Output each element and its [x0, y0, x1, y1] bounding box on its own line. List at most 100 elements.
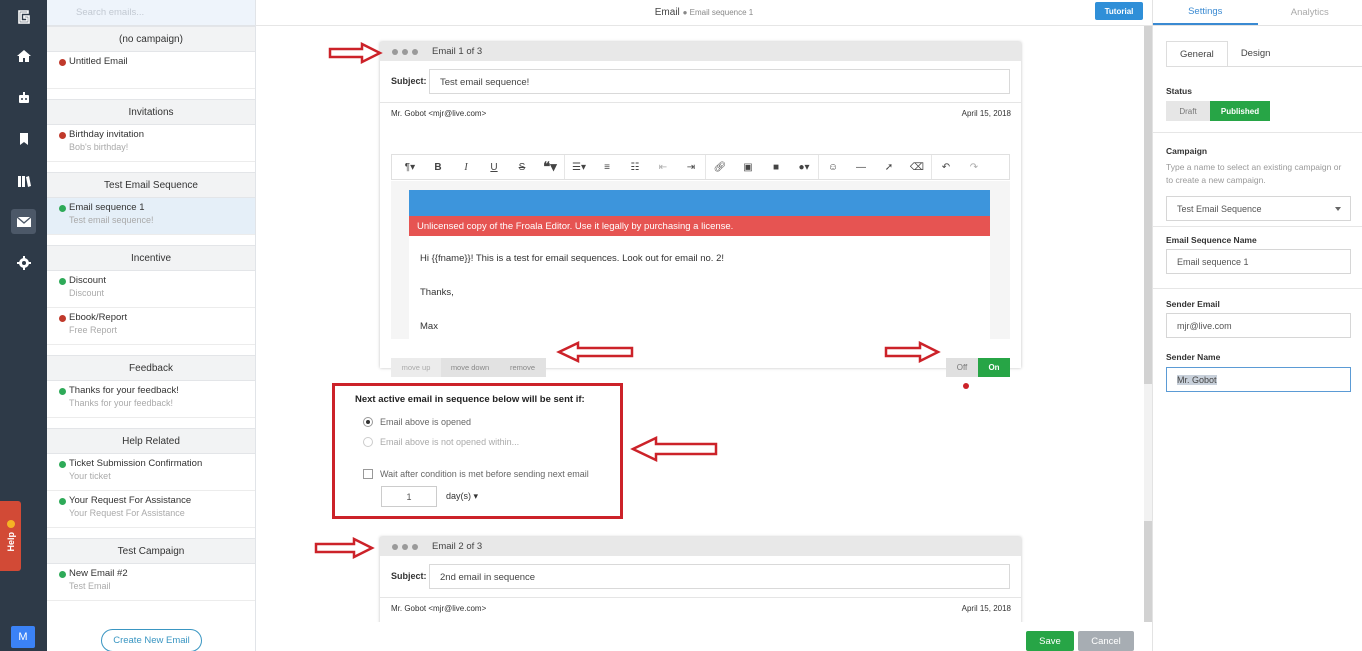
personalize-icon[interactable]: ●▾ — [790, 155, 818, 179]
email-item-subject: Bob's birthday! — [69, 142, 129, 152]
from-address: Mr. Gobot <mjr@live.com> — [391, 109, 487, 118]
status-dot-icon — [59, 461, 66, 468]
sequence-condition-box: Next active email in sequence below will… — [332, 383, 623, 519]
drag-handle-icon[interactable] — [392, 48, 418, 55]
tab-analytics[interactable]: Analytics — [1258, 0, 1362, 25]
paragraph-format-icon[interactable]: ¶▾ — [396, 155, 424, 179]
logo-icon[interactable] — [11, 4, 36, 29]
status-draft[interactable]: Draft — [1166, 101, 1210, 121]
link-icon[interactable]: 🔗︎ — [706, 155, 734, 179]
condition-opened-option[interactable]: Email above is opened — [355, 412, 620, 432]
sender-email-input[interactable]: mjr@live.com — [1166, 313, 1351, 338]
tab-settings[interactable]: Settings — [1153, 0, 1258, 25]
search-input[interactable]: Search emails... — [47, 0, 255, 26]
email-date: April 15, 2018 — [961, 604, 1011, 613]
email-list-item[interactable]: Email sequence 1 Test email sequence! — [47, 198, 255, 235]
email-card-header[interactable]: Email 2 of 3 — [380, 537, 1021, 556]
email-list-item[interactable]: Thanks for your feedback! Thanks for your… — [47, 381, 255, 418]
wait-days-row: 1 day(s) ▾ — [355, 486, 620, 508]
wait-checkbox[interactable] — [363, 469, 373, 479]
undo-icon[interactable]: ↶ — [932, 155, 960, 179]
save-button[interactable]: Save — [1026, 631, 1074, 651]
subject-input[interactable]: 2nd email in sequence — [429, 564, 1010, 589]
unordered-list-icon[interactable]: ☷ — [621, 155, 649, 179]
email-list-item[interactable]: Untitled Email — [47, 52, 255, 89]
on-off-toggle[interactable]: Off On — [946, 358, 1010, 377]
emoticon-icon[interactable]: ☺ — [819, 155, 847, 179]
editor-toolbar: ¶▾ B I U S ❝▾ ☰▾ ≡ ☷ ⇤ ⇥ 🔗︎ ▣ ■ ●▾ ☺ — ➚… — [391, 154, 1010, 180]
quote-icon[interactable]: ❝▾ — [536, 155, 564, 179]
library-icon[interactable] — [11, 168, 36, 193]
editor-scrollbar[interactable] — [1144, 26, 1152, 622]
campaign-group-header: Test Email Sequence — [47, 172, 255, 198]
underline-icon[interactable]: U — [480, 155, 508, 179]
create-new-email-button[interactable]: Create New Email — [101, 629, 202, 651]
select-all-icon[interactable]: ➚ — [875, 155, 903, 179]
outdent-icon[interactable]: ⇤ — [649, 155, 677, 179]
from-address: Mr. Gobot <mjr@live.com> — [391, 604, 487, 613]
move-down-button[interactable]: move down — [441, 358, 499, 377]
status-toggle[interactable]: Draft Published — [1166, 101, 1270, 121]
editor-bottom-bar: Save Cancel — [256, 622, 1152, 651]
status-published[interactable]: Published — [1210, 101, 1270, 121]
campaign-select[interactable]: Test Email Sequence — [1166, 196, 1351, 221]
toggle-off[interactable]: Off — [946, 358, 978, 377]
email-card-title: Email 1 of 3 — [432, 46, 483, 57]
cancel-button[interactable]: Cancel — [1078, 631, 1134, 651]
condition-not-opened-option[interactable]: Email above is not opened within... — [355, 432, 620, 452]
radio-opened[interactable] — [363, 417, 373, 427]
settings-gear-icon[interactable] — [11, 250, 36, 275]
subject-input[interactable]: Test email sequence! — [429, 69, 1010, 94]
email-list-item[interactable]: Birthday invitation Bob's birthday! — [47, 125, 255, 162]
redo-icon[interactable]: ↷ — [960, 155, 988, 179]
home-icon[interactable] — [11, 43, 36, 68]
book-icon[interactable] — [11, 126, 36, 151]
email-body[interactable]: Hi {{fname}}! This is a test for email s… — [409, 236, 990, 340]
clear-format-icon[interactable]: ⌫ — [903, 155, 931, 179]
subtab-design[interactable]: Design — [1228, 41, 1284, 66]
sequence-name-label: Email Sequence Name — [1166, 235, 1257, 245]
italic-icon[interactable]: I — [452, 155, 480, 179]
email-list-item[interactable]: Ebook/Report Free Report — [47, 308, 255, 345]
email-list-item[interactable]: Discount Discount — [47, 271, 255, 308]
email-list-item[interactable]: Your Request For Assistance Your Request … — [47, 491, 255, 528]
radio-not-opened[interactable] — [363, 437, 373, 447]
sequence-name-input[interactable]: Email sequence 1 — [1166, 249, 1351, 274]
user-avatar[interactable]: M — [11, 626, 35, 648]
email-item-subject: Free Report — [69, 325, 118, 335]
drag-handle-icon[interactable] — [392, 543, 418, 550]
sender-name-input[interactable]: Mr. Gobot — [1166, 367, 1351, 392]
wait-days-input[interactable]: 1 — [381, 486, 437, 507]
email-card-header[interactable]: Email 1 of 3 — [380, 42, 1021, 61]
ordered-list-icon[interactable]: ≡ — [593, 155, 621, 179]
email-icon[interactable] — [11, 209, 36, 234]
bold-icon[interactable]: B — [424, 155, 452, 179]
horizontal-line-icon[interactable]: — — [847, 155, 875, 179]
strikethrough-icon[interactable]: S — [508, 155, 536, 179]
campaign-group-header: Test Campaign — [47, 538, 255, 564]
status-dot-icon — [59, 388, 66, 395]
email-list-item[interactable]: New Email #2 Test Email — [47, 564, 255, 601]
email-item-subject: Thanks for your feedback! — [69, 398, 174, 408]
campaign-group-header: Feedback — [47, 355, 255, 381]
email-list-item[interactable]: Ticket Submission Confirmation Your ticke… — [47, 454, 255, 491]
help-bubble-icon — [6, 520, 15, 529]
wait-option[interactable]: Wait after condition is met before sendi… — [355, 465, 620, 483]
wait-days-unit-select[interactable]: day(s) ▾ — [446, 491, 478, 502]
robot-icon[interactable] — [11, 85, 36, 110]
move-up-button[interactable]: move up — [391, 358, 441, 377]
email-item-subject: Test email sequence! — [69, 215, 154, 225]
toggle-on[interactable]: On — [978, 358, 1010, 377]
campaign-group-header: (no campaign) — [47, 26, 255, 52]
subtab-general[interactable]: General — [1166, 41, 1228, 66]
video-icon[interactable]: ■ — [762, 155, 790, 179]
tutorial-button[interactable]: Tutorial — [1095, 2, 1143, 20]
indent-icon[interactable]: ⇥ — [677, 155, 705, 179]
align-icon[interactable]: ☰▾ — [565, 155, 593, 179]
email-item-subject: Your ticket — [69, 471, 111, 481]
remove-button[interactable]: remove — [499, 358, 546, 377]
help-tab[interactable]: Help — [0, 501, 21, 571]
editor-canvas: Email 1 of 3 Subject: Test email sequenc… — [256, 26, 1152, 622]
image-icon[interactable]: ▣ — [734, 155, 762, 179]
chevron-down-icon — [1335, 207, 1341, 211]
